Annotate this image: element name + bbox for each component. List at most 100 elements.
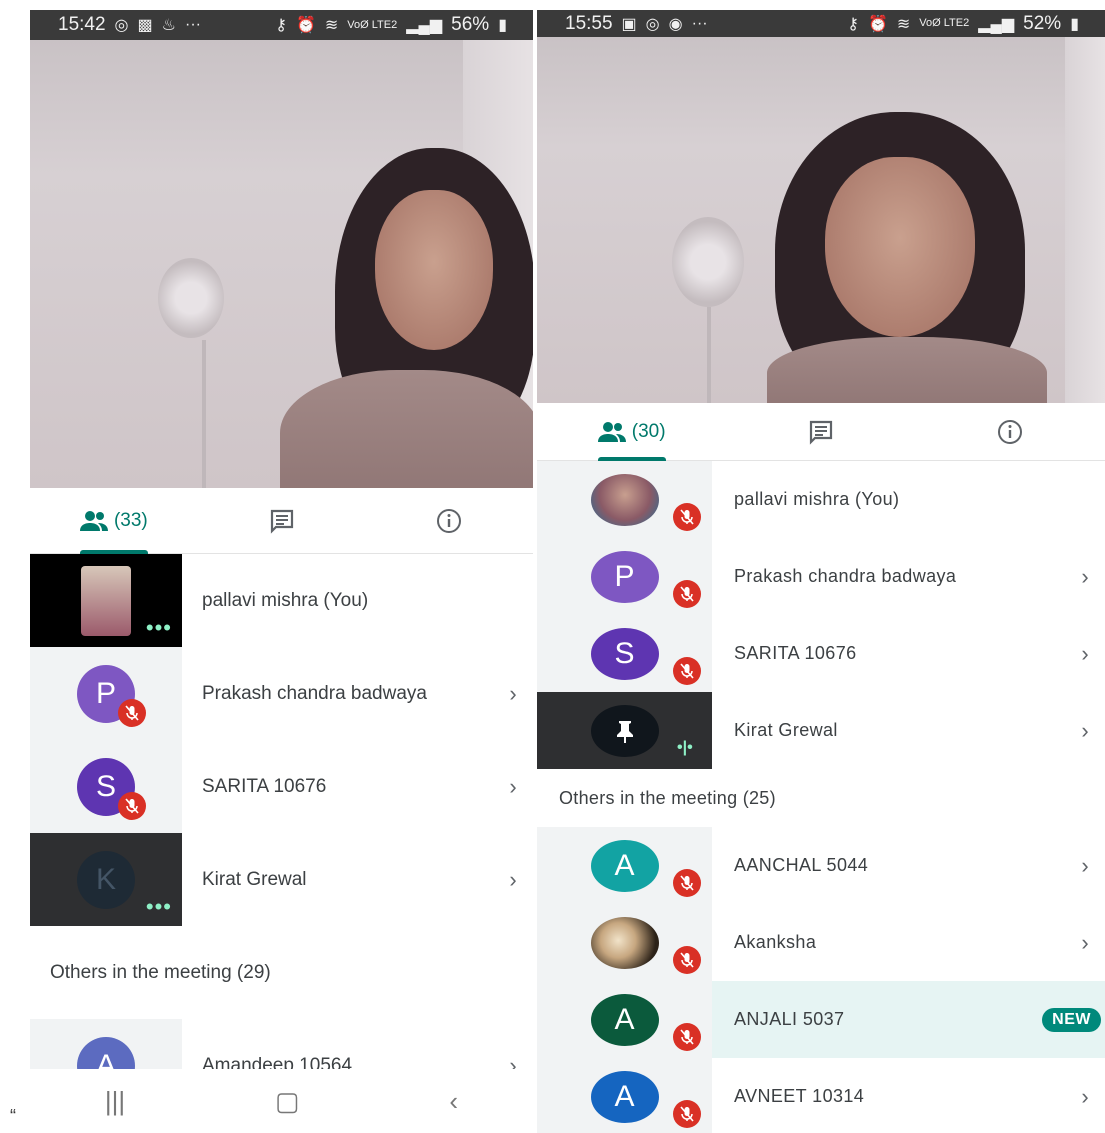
tab-people[interactable]: (33) xyxy=(30,488,198,554)
tab-chat[interactable] xyxy=(198,488,366,553)
participant-row-anjali[interactable]: A ANJALI 5037 NEW xyxy=(537,981,1105,1058)
mic-off-icon xyxy=(673,946,701,974)
participant-thumb: S xyxy=(537,615,712,692)
avatar: A xyxy=(590,1070,659,1123)
avatar: A xyxy=(590,839,659,892)
tab-chat[interactable] xyxy=(726,403,915,460)
chevron-right-icon[interactable]: › xyxy=(493,681,533,707)
pin-icon xyxy=(616,720,633,743)
participant-thumb: A xyxy=(537,1058,712,1133)
participant-list: ••• pallavi mishra (You) P Prakash chand… xyxy=(30,554,533,1112)
people-count: (30) xyxy=(631,420,666,442)
participant-thumb xyxy=(537,461,712,538)
tab-info[interactable] xyxy=(916,403,1105,460)
video-fan xyxy=(158,258,224,338)
avatar: S xyxy=(590,627,659,680)
avatar-photo xyxy=(590,473,659,526)
participant-name: SARITA 10676 xyxy=(734,643,857,663)
more-dots-icon: ··· xyxy=(184,16,201,33)
main-video[interactable] xyxy=(30,40,533,488)
key-icon: ⚷ xyxy=(847,15,859,33)
mic-off-icon xyxy=(673,657,701,685)
participant-row-prakash[interactable]: P Prakash chandra badwaya › xyxy=(30,647,533,740)
nav-recent-icon[interactable]: ||| xyxy=(105,1086,125,1117)
tab-info[interactable] xyxy=(365,488,533,553)
participant-thumb: P xyxy=(30,647,182,740)
mic-off-icon xyxy=(673,503,701,531)
video-wall xyxy=(1065,37,1105,403)
people-count: (33) xyxy=(113,509,148,531)
android-nav-bar: ||| ▢ ‹ xyxy=(30,1069,533,1133)
participant-list: pallavi mishra (You) P Prakash chandra b… xyxy=(537,461,1105,1133)
participant-thumb: A xyxy=(537,827,712,904)
status-bar: 15:42 ◎ ▩ ♨ ··· ⚷ ⏰ ≋ VoØ LTE2 ▂▄▆ 56% ▮ xyxy=(30,10,533,40)
participant-name: AANCHAL 5044 xyxy=(734,855,869,875)
audio-level-icon: •|• xyxy=(677,739,693,756)
lte-label: VoØ LTE2 xyxy=(347,18,398,31)
gallery-icon: ▣ xyxy=(621,15,637,33)
notification-icon: ♨ xyxy=(161,17,176,34)
avatar: K xyxy=(77,850,135,909)
right-phone-screen: 15:55 ▣ ◎ ◉ ··· ⚷ ⏰ ≋ VoØ LTE2 ▂▄▆ 52% ▮… xyxy=(537,10,1105,1133)
clock: 15:55 xyxy=(565,12,613,34)
video-fan-pole xyxy=(707,307,711,403)
chevron-right-icon[interactable]: › xyxy=(493,774,533,800)
participant-thumb: •|• xyxy=(537,692,712,769)
signal-icon: ▂▄▆ xyxy=(406,17,443,34)
participant-name: SARITA 10676 xyxy=(202,775,327,797)
chevron-right-icon[interactable]: › xyxy=(1065,930,1105,956)
tab-people[interactable]: (30) xyxy=(537,403,726,461)
info-icon xyxy=(998,419,1023,444)
participant-name: AVNEET 10314 xyxy=(734,1086,865,1106)
chevron-right-icon[interactable]: › xyxy=(1065,564,1105,590)
caption-quote-mark: “ xyxy=(10,1106,16,1126)
participant-thumb: K ••• xyxy=(30,833,182,926)
participant-row-prakash[interactable]: P Prakash chandra badwaya › xyxy=(537,538,1105,615)
info-icon xyxy=(437,508,462,533)
main-video[interactable] xyxy=(537,37,1105,403)
participant-row-sarita[interactable]: S SARITA 10676 › xyxy=(30,740,533,833)
video-fan-pole xyxy=(202,340,206,488)
lte-label: VoØ LTE2 xyxy=(919,17,970,29)
mic-off-icon xyxy=(673,580,701,608)
others-section-header: Others in the meeting (25) xyxy=(559,787,776,808)
left-phone-screen: 15:42 ◎ ▩ ♨ ··· ⚷ ⏰ ≋ VoØ LTE2 ▂▄▆ 56% ▮… xyxy=(30,10,533,1133)
participant-row-sarita[interactable]: S SARITA 10676 › xyxy=(537,615,1105,692)
participant-row-kirat[interactable]: K ••• Kirat Grewal › xyxy=(30,833,533,926)
clock: 15:42 xyxy=(58,14,106,35)
participant-row-kirat[interactable]: •|• Kirat Grewal › xyxy=(537,692,1105,769)
chevron-right-icon[interactable]: › xyxy=(1065,718,1105,744)
participant-row-you[interactable]: ••• pallavi mishra (You) xyxy=(30,554,533,647)
wifi-icon: ≋ xyxy=(324,17,339,34)
chat-icon xyxy=(809,420,833,445)
participant-name: pallavi mishra (You) xyxy=(202,589,369,611)
participant-name: Prakash chandra badwaya xyxy=(202,682,427,704)
whatsapp-icon: ◎ xyxy=(114,17,129,34)
notification-icon: ◉ xyxy=(668,15,683,33)
chevron-right-icon[interactable]: › xyxy=(1065,1084,1105,1110)
nav-home-icon[interactable]: ▢ xyxy=(275,1086,300,1117)
participant-thumb: P xyxy=(537,538,712,615)
chevron-right-icon[interactable]: › xyxy=(493,867,533,893)
avatar-photo xyxy=(590,916,659,969)
battery-percent: 56% xyxy=(451,14,490,35)
meeting-tabs: (30) xyxy=(537,403,1105,461)
participant-row-aanchal[interactable]: A AANCHAL 5044 › xyxy=(537,827,1105,904)
video-person-body xyxy=(280,370,533,488)
mic-off-icon xyxy=(673,1100,701,1128)
status-bar: 15:55 ▣ ◎ ◉ ··· ⚷ ⏰ ≋ VoØ LTE2 ▂▄▆ 52% ▮ xyxy=(537,10,1105,37)
participant-name: Kirat Grewal xyxy=(734,720,838,740)
participant-name: pallavi mishra (You) xyxy=(734,489,900,509)
participant-row-akanksha[interactable]: Akanksha › xyxy=(537,904,1105,981)
nav-back-icon[interactable]: ‹ xyxy=(449,1086,458,1117)
participant-row-you[interactable]: pallavi mishra (You) xyxy=(537,461,1105,538)
chevron-right-icon[interactable]: › xyxy=(1065,641,1105,667)
mic-off-icon xyxy=(673,1023,701,1051)
video-fan xyxy=(672,217,744,307)
chevron-right-icon[interactable]: › xyxy=(1065,853,1105,879)
more-dots-icon: ••• xyxy=(145,894,172,919)
avatar: P xyxy=(590,550,659,603)
avatar xyxy=(590,704,659,757)
participant-row-avneet[interactable]: A AVNEET 10314 › xyxy=(537,1058,1105,1133)
new-badge: NEW xyxy=(1042,1007,1101,1032)
